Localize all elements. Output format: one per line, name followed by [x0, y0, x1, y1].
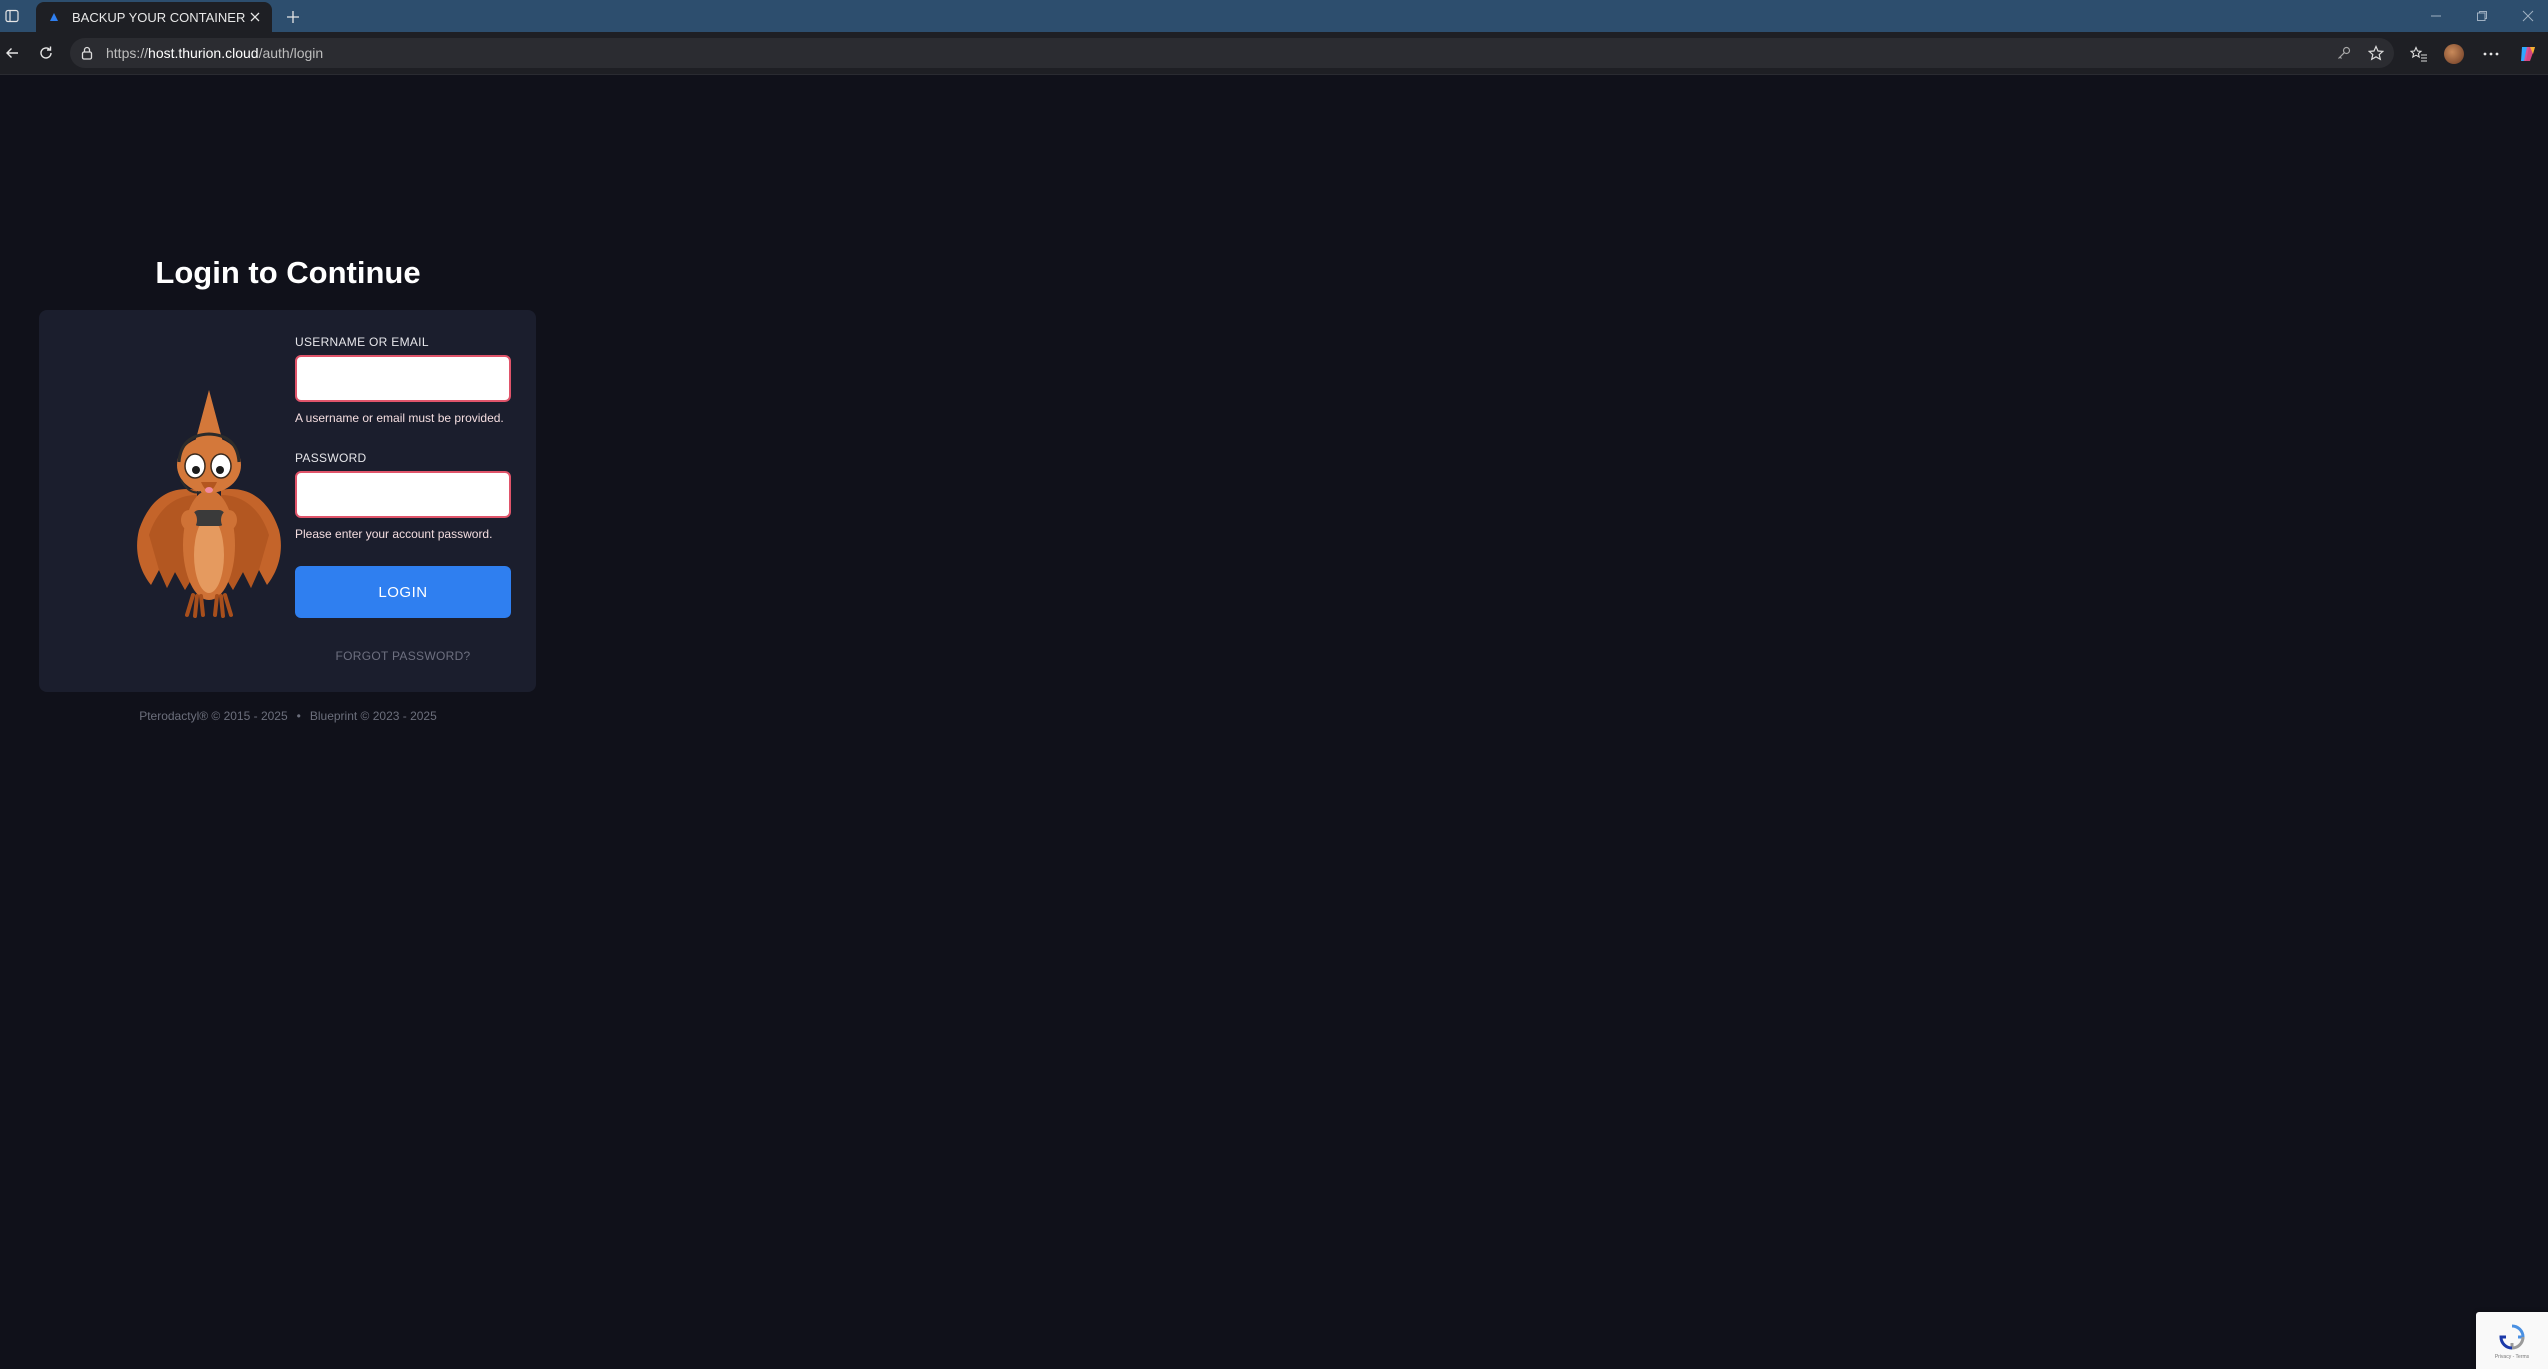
url-field[interactable]: https://host.thurion.cloud/auth/login — [70, 38, 2394, 68]
recaptcha-terms[interactable]: Privacy - Terms — [2495, 1354, 2529, 1360]
tab-bar: BACKUP YOUR CONTAINER IDIOT — [0, 0, 2548, 32]
key-icon[interactable] — [2332, 41, 2356, 65]
username-error: A username or email must be provided. — [295, 411, 504, 425]
address-bar: https://host.thurion.cloud/auth/login — [0, 32, 2548, 75]
copilot-icon[interactable] — [2515, 41, 2541, 67]
password-field[interactable] — [295, 471, 511, 518]
lock-icon[interactable] — [78, 44, 96, 62]
refresh-icon[interactable] — [34, 41, 58, 65]
username-label: USERNAME OR EMAIL — [295, 335, 429, 349]
username-field[interactable] — [295, 355, 511, 402]
password-error: Please enter your account password. — [295, 527, 493, 541]
forgot-password-link[interactable]: FORGOT PASSWORD? — [295, 649, 511, 663]
page-title: Login to Continue — [155, 255, 421, 290]
footer: Pterodactyl® © 2015 - 2025 • Blueprint © 2… — [40, 709, 536, 723]
favorites-icon[interactable] — [2406, 41, 2432, 67]
star-icon[interactable] — [2364, 41, 2388, 65]
avatar[interactable] — [2441, 41, 2467, 67]
login-form: USERNAME OR EMAIL A username or email mu… — [295, 334, 515, 542]
login-card: USERNAME OR EMAIL A username or email mu… — [39, 310, 536, 692]
more-icon[interactable] — [2478, 41, 2504, 67]
minimize-icon[interactable] — [2422, 4, 2450, 28]
favicon-icon — [46, 9, 62, 25]
tab-active[interactable]: BACKUP YOUR CONTAINER IDIOT — [36, 2, 272, 32]
tab-title: BACKUP YOUR CONTAINER IDIOT — [72, 9, 246, 25]
close-icon[interactable] — [246, 8, 264, 26]
recaptcha-icon — [2499, 1324, 2525, 1350]
pterodactyl-mascot-image — [137, 390, 281, 618]
window-close-icon[interactable] — [2514, 4, 2542, 28]
blueprint-copyright[interactable]: Blueprint © 2023 - 2025 — [310, 709, 437, 723]
profile-avatar — [2444, 44, 2464, 64]
login-button[interactable]: LOGIN — [295, 566, 511, 618]
recaptcha-badge[interactable]: Privacy - Terms — [2476, 1312, 2548, 1369]
footer-separator: • — [296, 709, 301, 723]
pterodactyl-copyright[interactable]: Pterodactyl® © 2015 - 2025 — [139, 709, 287, 723]
restore-icon[interactable] — [2468, 4, 2496, 28]
plus-icon[interactable] — [282, 6, 304, 28]
password-label: PASSWORD — [295, 451, 367, 465]
url-text: https://host.thurion.cloud/auth/login — [106, 45, 324, 61]
back-arrow-icon[interactable] — [0, 41, 24, 65]
sidebar-toggle-icon[interactable] — [2, 6, 22, 26]
